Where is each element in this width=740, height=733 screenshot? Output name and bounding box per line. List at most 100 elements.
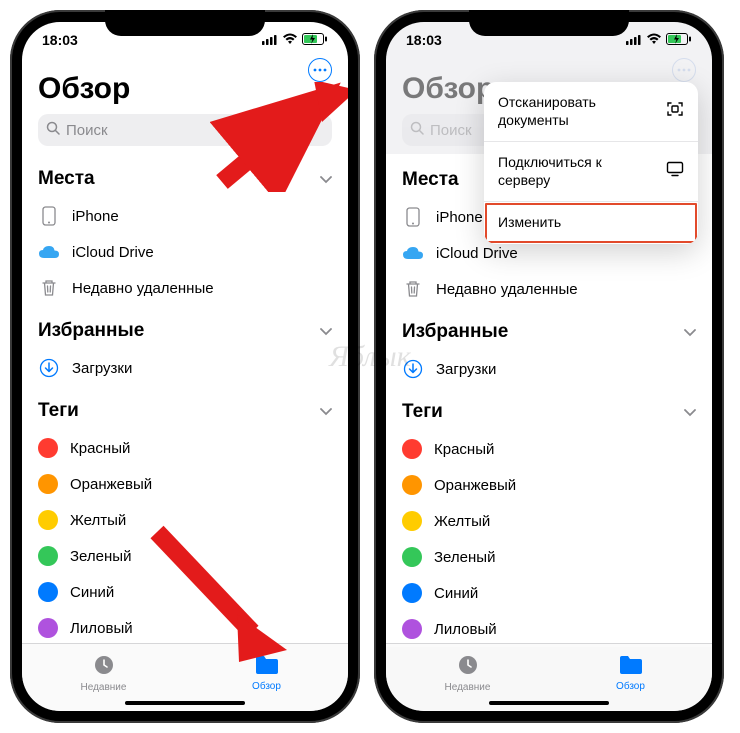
list-item-tag-orange[interactable]: Оранжевый [38,466,332,502]
list-item-label: Зеленый [70,548,131,565]
home-indicator[interactable] [125,701,245,705]
list-item-label: Загрузки [436,361,496,378]
tab-label: Недавние [445,682,491,693]
iphone-icon [38,206,60,226]
list-item-label: Недавно удаленные [72,280,214,297]
list-item-label: iPhone [72,208,119,225]
header: Обзор Поиск [22,58,348,154]
status-indicators [262,32,328,48]
folder-icon [254,654,280,679]
list-item-trash[interactable]: Недавно удаленные [402,271,696,307]
page-title: Обзор [38,72,332,106]
section-title: Избранные [402,321,508,343]
folder-icon [618,654,644,679]
list-item-label: Лиловый [434,621,497,638]
tag-dot [38,474,58,494]
cloud-icon [38,245,60,259]
scan-icon [666,100,684,123]
menu-item-label: Отсканировать документы [498,94,648,129]
status-time: 18:03 [406,32,442,48]
tag-dot [402,619,422,639]
monitor-icon [666,161,684,182]
screen: 18:03 Обзор Пои [22,22,348,711]
tag-dot [402,547,422,567]
cloud-icon [402,246,424,260]
trash-icon [38,279,60,297]
tab-label: Недавние [81,682,127,693]
list-item-label: Загрузки [72,360,132,377]
wifi-icon [282,32,298,48]
list-item-label: iCloud Drive [72,244,154,261]
list-item-label: Лиловый [70,620,133,637]
list-item-label: iPhone [436,209,483,226]
list-item-tag-purple[interactable]: Лиловый [38,610,332,646]
tag-dot [38,582,58,602]
list-item-label: Красный [70,440,130,457]
menu-item-scan[interactable]: Отсканировать документы [484,82,698,142]
tag-dot [402,511,422,531]
list-item-downloads[interactable]: Загрузки [38,350,332,386]
tag-dot [402,439,422,459]
list-item-label: Недавно удаленные [436,281,578,298]
iphone-icon [402,207,424,227]
list-item-tag-blue[interactable]: Синий [402,575,696,611]
section-title: Теги [38,400,79,422]
signal-icon [626,32,642,48]
home-indicator[interactable] [489,701,609,705]
battery-icon [666,32,692,48]
tag-dot [402,475,422,495]
search-icon [410,121,424,139]
search-icon [46,121,60,139]
tag-dot [38,546,58,566]
list-item-label: Синий [70,584,114,601]
list-item-tag-yellow[interactable]: Желтый [38,502,332,538]
search-input[interactable]: Поиск [38,114,332,146]
list-item-tag-yellow[interactable]: Желтый [402,503,696,539]
section-header-favorites[interactable]: Избранные [402,321,696,343]
phone-left: 18:03 Обзор Пои [10,10,360,723]
chevron-down-icon [684,325,696,340]
clock-icon [92,653,116,680]
download-icon [38,358,60,378]
list-item-tag-blue[interactable]: Синий [38,574,332,610]
more-button[interactable] [308,58,332,82]
tag-dot [38,438,58,458]
section-title: Теги [402,401,443,423]
menu-item-connect[interactable]: Подключиться к серверу [484,142,698,202]
list-item-label: iCloud Drive [436,245,518,262]
list-item-tag-orange[interactable]: Оранжевый [402,467,696,503]
list-item-tag-red[interactable]: Красный [402,431,696,467]
list-item-tag-green[interactable]: Зеленый [38,538,332,574]
section-header-favorites[interactable]: Избранные [38,320,332,342]
notch [105,10,265,36]
list-item-trash[interactable]: Недавно удаленные [38,270,332,306]
more-button[interactable] [672,58,696,82]
signal-icon [262,32,278,48]
list-item-tag-red[interactable]: Красный [38,430,332,466]
list-item-icloud[interactable]: iCloud Drive [38,234,332,270]
status-indicators [626,32,692,48]
tag-dot [38,618,58,638]
section-title: Места [38,168,95,190]
list-item-label: Зеленый [434,549,495,566]
section-header-tags[interactable]: Теги [38,400,332,422]
wifi-icon [646,32,662,48]
chevron-down-icon [320,324,332,339]
list-item-tag-green[interactable]: Зеленый [402,539,696,575]
list-item-label: Красный [434,441,494,458]
notch [469,10,629,36]
status-time: 18:03 [42,32,78,48]
section-header-places[interactable]: Места [38,168,332,190]
phone-right: 18:03 Обзор Пои [374,10,724,723]
list-item-label: Желтый [434,513,490,530]
list-item-downloads[interactable]: Загрузки [402,351,696,387]
download-icon [402,359,424,379]
section-header-tags[interactable]: Теги [402,401,696,423]
list-item-label: Синий [434,585,478,602]
list-item-label: Оранжевый [70,476,152,493]
list-item-tag-purple[interactable]: Лиловый [402,611,696,647]
menu-item-label: Изменить [498,214,561,232]
menu-item-edit[interactable]: Изменить [484,202,698,244]
clock-icon [456,653,480,680]
list-item-iphone[interactable]: iPhone [38,198,332,234]
